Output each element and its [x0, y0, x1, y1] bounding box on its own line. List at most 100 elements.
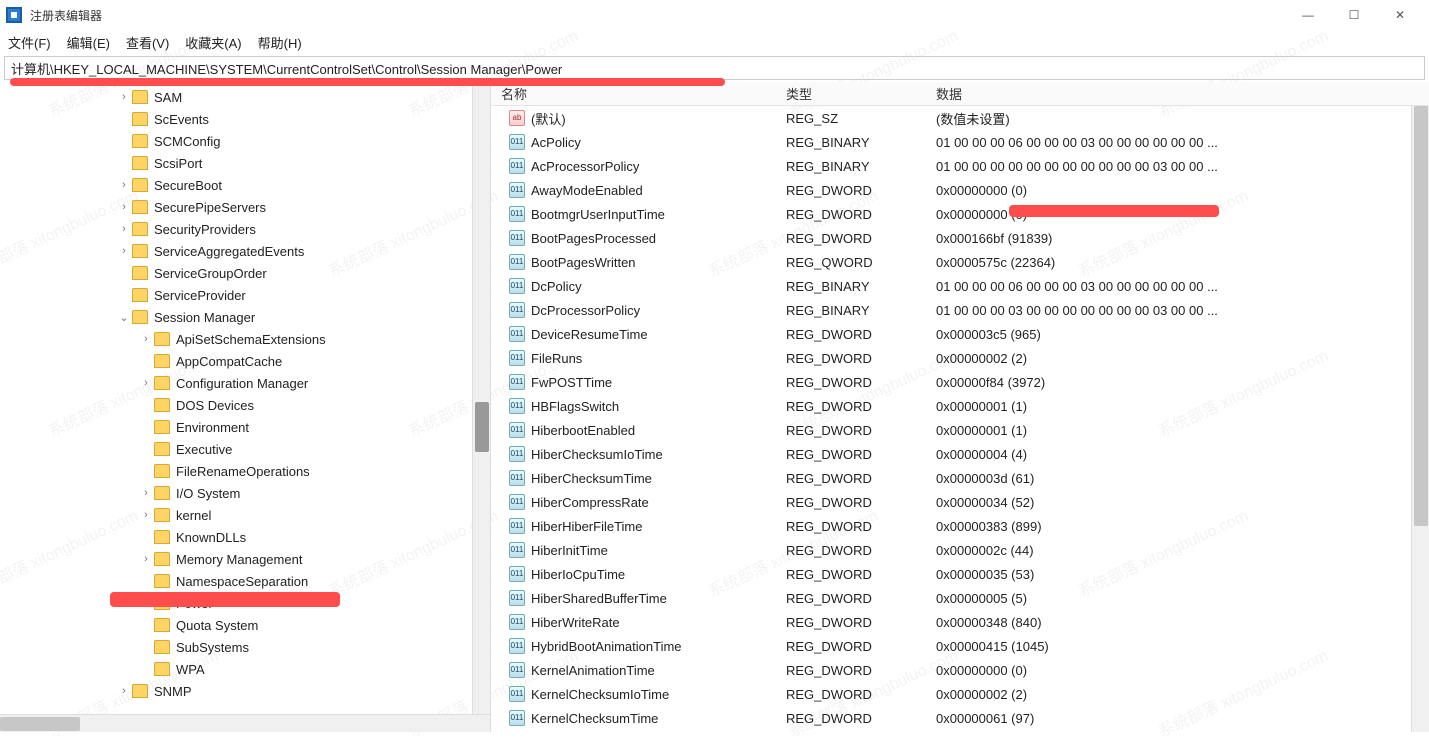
chevron-right-icon[interactable]: › [140, 509, 152, 521]
value-data: 01 00 00 00 00 00 00 00 00 00 00 00 03 0… [936, 159, 1429, 174]
tree-item-securepipeservers[interactable]: ›SecurePipeServers [0, 196, 490, 218]
chevron-right-icon[interactable]: › [118, 223, 130, 235]
tree-item-serviceprovider[interactable]: ServiceProvider [0, 284, 490, 306]
chevron-right-icon[interactable]: › [140, 553, 152, 565]
close-button[interactable]: ✕ [1377, 0, 1423, 30]
tree-item-serviceaggregatedevents[interactable]: ›ServiceAggregatedEvents [0, 240, 490, 262]
chevron-right-icon[interactable]: › [118, 179, 130, 191]
value-row[interactable]: 011HBFlagsSwitchREG_DWORD0x00000001 (1) [491, 394, 1429, 418]
menu-file[interactable]: 文件(F) [8, 33, 51, 52]
binary-value-icon: 011 [509, 182, 525, 198]
menu-favorites[interactable]: 收藏夹(A) [185, 33, 241, 52]
menu-edit[interactable]: 编辑(E) [67, 33, 110, 52]
chevron-right-icon[interactable]: › [118, 91, 130, 103]
binary-value-icon: 011 [509, 614, 525, 630]
menu-view[interactable]: 查看(V) [126, 33, 169, 52]
value-row[interactable]: 011AcPolicyREG_BINARY01 00 00 00 06 00 0… [491, 130, 1429, 154]
tree-item-wpa[interactable]: WPA [0, 658, 490, 680]
chevron-right-icon[interactable]: › [140, 333, 152, 345]
binary-value-icon: 011 [509, 254, 525, 270]
tree-item-subsystems[interactable]: SubSystems [0, 636, 490, 658]
scrollbar-thumb[interactable] [475, 402, 489, 452]
value-row[interactable]: 011KernelChecksumIoTimeREG_DWORD0x000000… [491, 682, 1429, 706]
tree-item-kernel[interactable]: ›kernel [0, 504, 490, 526]
value-type: REG_DWORD [786, 327, 936, 342]
tree-item-namespaceseparation[interactable]: NamespaceSeparation [0, 570, 490, 592]
tree-hscrollbar[interactable] [0, 714, 490, 732]
chevron-right-icon[interactable]: › [118, 245, 130, 257]
value-row[interactable]: 011HiberChecksumTimeREG_DWORD0x0000003d … [491, 466, 1429, 490]
value-row[interactable]: 011BootmgrUserInputTimeREG_DWORD0x000000… [491, 202, 1429, 226]
tree-item-securityproviders[interactable]: ›SecurityProviders [0, 218, 490, 240]
tree-item-scsiport[interactable]: ScsiPort [0, 152, 490, 174]
value-data: 01 00 00 00 06 00 00 00 03 00 00 00 00 0… [936, 279, 1429, 294]
address-bar[interactable]: 计算机\HKEY_LOCAL_MACHINE\SYSTEM\CurrentCon… [4, 56, 1425, 80]
tree-item-servicegrouporder[interactable]: ServiceGroupOrder [0, 262, 490, 284]
value-row[interactable]: 011DcPolicyREG_BINARY01 00 00 00 06 00 0… [491, 274, 1429, 298]
value-row[interactable]: 011HiberbootEnabledREG_DWORD0x00000001 (… [491, 418, 1429, 442]
chevron-right-icon[interactable]: › [140, 377, 152, 389]
value-name: KernelAnimationTime [531, 663, 655, 678]
value-row[interactable]: 011HiberHiberFileTimeREG_DWORD0x00000383… [491, 514, 1429, 538]
col-header-data[interactable]: 数据 [936, 84, 1429, 103]
value-row[interactable]: 011HiberWriteRateREG_DWORD0x00000348 (84… [491, 610, 1429, 634]
value-row[interactable]: 011BootPagesProcessedREG_DWORD0x000166bf… [491, 226, 1429, 250]
chevron-right-icon[interactable]: › [118, 685, 130, 697]
folder-icon [132, 244, 148, 258]
value-row[interactable]: 011FwPOSTTimeREG_DWORD0x00000f84 (3972) [491, 370, 1429, 394]
tree-item-scevents[interactable]: ScEvents [0, 108, 490, 130]
value-row[interactable]: ab(默认)REG_SZ(数值未设置) [491, 106, 1429, 130]
value-row[interactable]: 011HiberIoCpuTimeREG_DWORD0x00000035 (53… [491, 562, 1429, 586]
tree-vscrollbar[interactable] [472, 82, 490, 714]
tree-item-i-o-system[interactable]: ›I/O System [0, 482, 490, 504]
value-row[interactable]: 011FileRunsREG_DWORD0x00000002 (2) [491, 346, 1429, 370]
value-row[interactable]: 011HiberChecksumIoTimeREG_DWORD0x0000000… [491, 442, 1429, 466]
tree-item-secureboot[interactable]: ›SecureBoot [0, 174, 490, 196]
value-type: REG_DWORD [786, 351, 936, 366]
minimize-button[interactable]: — [1285, 0, 1331, 30]
tree-item-quota-system[interactable]: Quota System [0, 614, 490, 636]
tree-item-executive[interactable]: Executive [0, 438, 490, 460]
folder-icon [154, 398, 170, 412]
tree-item-configuration-manager[interactable]: ›Configuration Manager [0, 372, 490, 394]
tree-item-environment[interactable]: Environment [0, 416, 490, 438]
folder-icon [154, 574, 170, 588]
tree-item-knowndlls[interactable]: KnownDLLs [0, 526, 490, 548]
list-vscrollbar[interactable] [1411, 106, 1429, 732]
tree-item-dos-devices[interactable]: DOS Devices [0, 394, 490, 416]
scrollbar-thumb[interactable] [0, 717, 80, 731]
value-row[interactable]: 011HybridBootAnimationTimeREG_DWORD0x000… [491, 634, 1429, 658]
folder-icon [154, 442, 170, 456]
tree-item-filerenameoperations[interactable]: FileRenameOperations [0, 460, 490, 482]
value-row[interactable]: 011KernelAnimationTimeREG_DWORD0x0000000… [491, 658, 1429, 682]
chevron-right-icon[interactable]: › [140, 487, 152, 499]
chevron-down-icon[interactable]: ⌄ [118, 311, 130, 324]
value-name: FwPOSTTime [531, 375, 612, 390]
tree-item-scmconfig[interactable]: SCMConfig [0, 130, 490, 152]
value-type: REG_DWORD [786, 711, 936, 726]
value-row[interactable]: 011KernelChecksumTimeREG_DWORD0x00000061… [491, 706, 1429, 730]
value-row[interactable]: 011DcProcessorPolicyREG_BINARY01 00 00 0… [491, 298, 1429, 322]
tree-item-memory-management[interactable]: ›Memory Management [0, 548, 490, 570]
tree-item-snmp[interactable]: ›SNMP [0, 680, 490, 702]
chevron-right-icon[interactable]: › [118, 201, 130, 213]
col-header-type[interactable]: 类型 [786, 84, 936, 103]
tree-item-apisetschemaextensions[interactable]: ›ApiSetSchemaExtensions [0, 328, 490, 350]
menu-help[interactable]: 帮助(H) [258, 33, 302, 52]
value-type: REG_DWORD [786, 519, 936, 534]
value-row[interactable]: 011HiberInitTimeREG_DWORD0x0000002c (44) [491, 538, 1429, 562]
window-title: 注册表编辑器 [30, 7, 1285, 24]
value-row[interactable]: 011HiberCompressRateREG_DWORD0x00000034 … [491, 490, 1429, 514]
value-row[interactable]: 011BootPagesWrittenREG_QWORD0x0000575c (… [491, 250, 1429, 274]
tree-item-sam[interactable]: ›SAM [0, 86, 490, 108]
maximize-button[interactable]: ☐ [1331, 0, 1377, 30]
value-row[interactable]: 011HiberSharedBufferTimeREG_DWORD0x00000… [491, 586, 1429, 610]
value-row[interactable]: 011DeviceResumeTimeREG_DWORD0x000003c5 (… [491, 322, 1429, 346]
tree-item-session-manager[interactable]: ⌄Session Manager [0, 306, 490, 328]
tree-item-appcompatcache[interactable]: AppCompatCache [0, 350, 490, 372]
value-row[interactable]: 011AcProcessorPolicyREG_BINARY01 00 00 0… [491, 154, 1429, 178]
col-header-name[interactable]: 名称 [491, 84, 786, 103]
scrollbar-thumb[interactable] [1414, 106, 1428, 526]
value-row[interactable]: 011AwayModeEnabledREG_DWORD0x00000000 (0… [491, 178, 1429, 202]
tree-pane: ›SAMScEventsSCMConfigScsiPort›SecureBoot… [0, 82, 491, 732]
